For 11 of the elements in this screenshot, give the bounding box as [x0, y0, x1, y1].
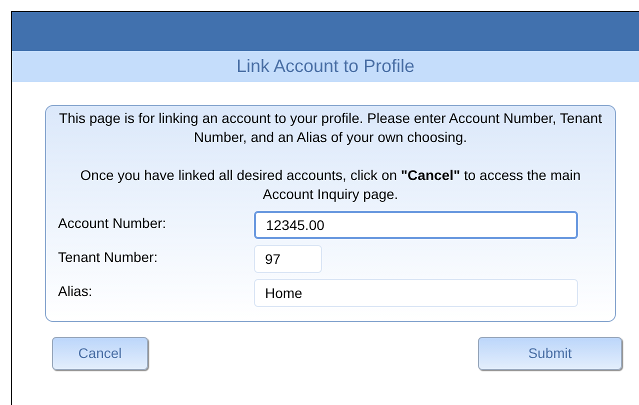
page-title: Link Account to Profile — [236, 55, 415, 78]
cancel-button[interactable]: Cancel — [52, 337, 148, 370]
submit-button[interactable]: Submit — [478, 337, 622, 370]
field-label: Tenant Number: — [58, 248, 159, 267]
instruction-text: This page is for linking an account to your profile. Please enter Account Number, Tenant Number, and an Alias of your own choosing. — [58, 109, 603, 147]
field-label: Alias: — [58, 282, 94, 301]
field-label: Account Number: — [58, 214, 168, 233]
input-field[interactable]: 12345.00 — [254, 211, 578, 239]
input-field[interactable]: 97 — [254, 245, 322, 273]
instruction-text: Once you have linked all desired accounts, click on "Cancel" to access the main Account Inquiry page. — [79, 166, 582, 204]
input-field[interactable]: Home — [254, 279, 578, 307]
